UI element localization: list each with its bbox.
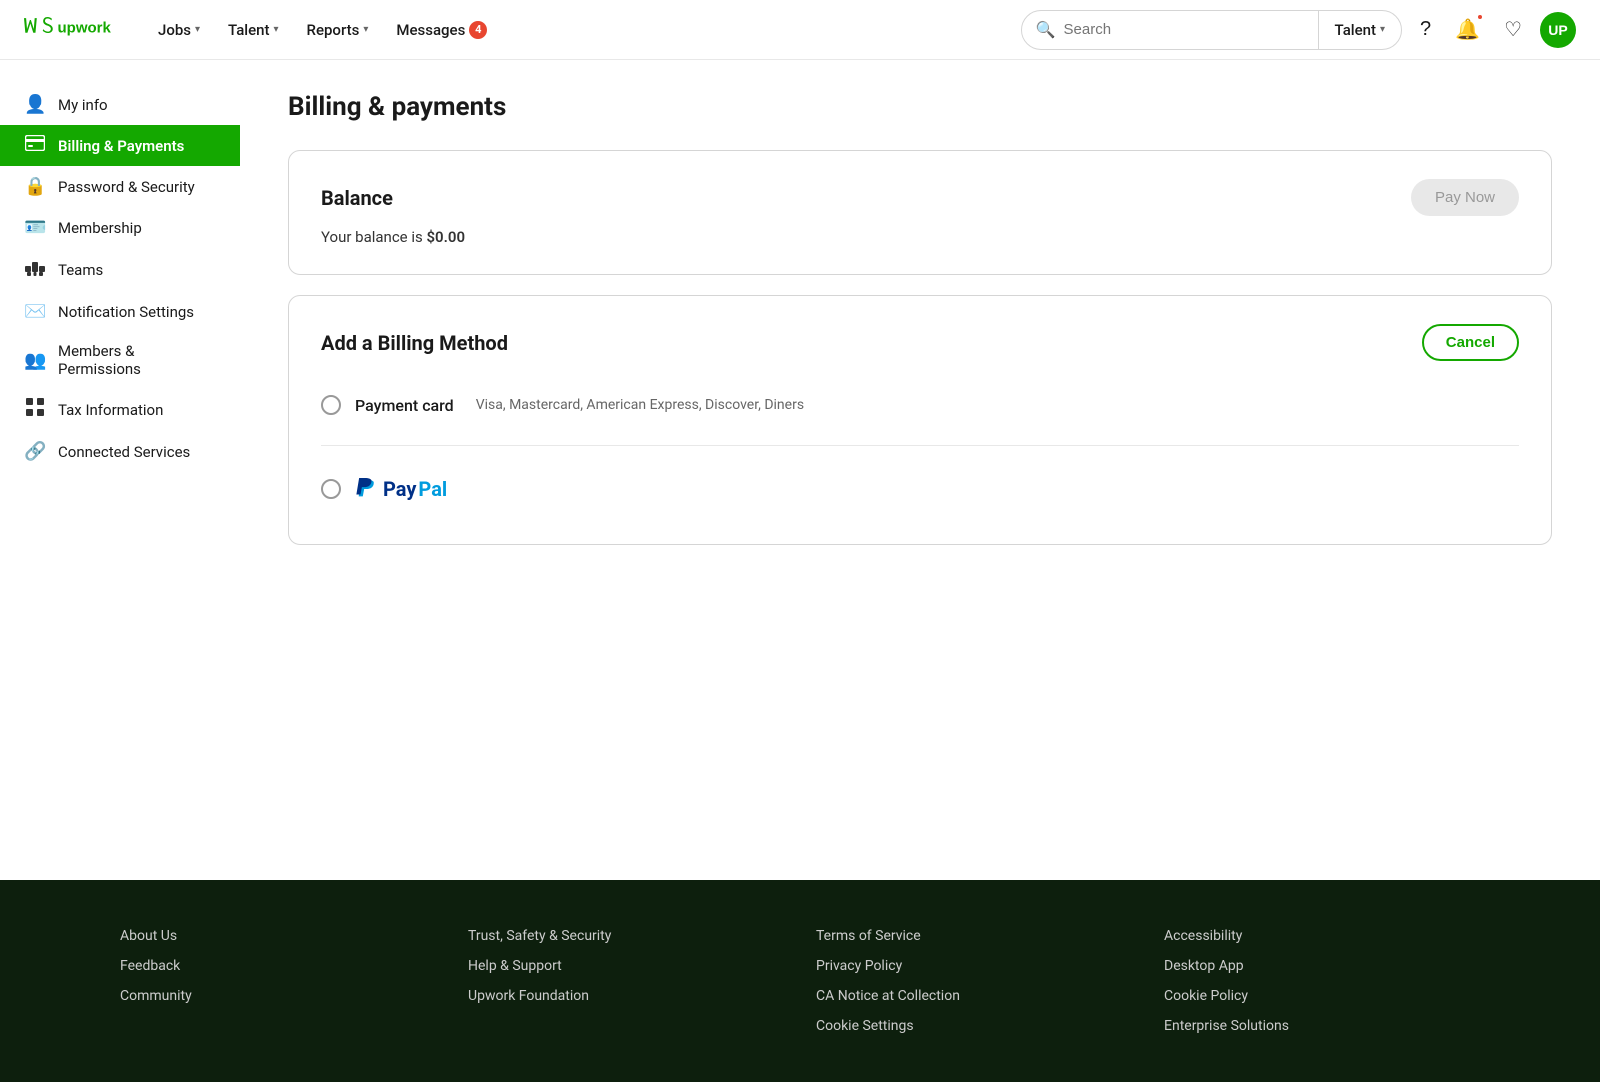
page-title: Billing & payments [288,92,1552,122]
grid-icon [24,398,46,421]
navbar: upwork Jobs ▾ Talent ▾ Reports ▾ Message… [0,0,1600,60]
footer-link-cookies[interactable]: Cookie Settings [816,1018,1132,1034]
badge-icon: 🪪 [24,217,46,238]
nav-talent[interactable]: Talent ▾ [216,13,291,47]
sidebar-item-teams[interactable]: Teams [0,248,240,291]
footer-link-community[interactable]: Community [120,988,436,1004]
svg-text:upwork: upwork [58,19,112,36]
nav-jobs[interactable]: Jobs ▾ [146,13,212,47]
notifications-wrapper: 🔔 [1449,11,1486,48]
sidebar-item-connected[interactable]: 🔗 Connected Services [0,431,240,472]
footer-link-ca-notice[interactable]: CA Notice at Collection [816,988,1132,1004]
search-input[interactable] [1064,21,1304,38]
user-avatar[interactable]: UP [1540,12,1576,48]
sidebar-item-billing[interactable]: Billing & Payments [0,125,240,166]
billing-method-header: Add a Billing Method Cancel [321,324,1519,361]
footer-col-3: Terms of Service Privacy Policy CA Notic… [816,928,1132,1034]
talent-chevron-icon: ▾ [274,24,279,35]
link-icon: 🔗 [24,441,46,462]
footer-link-trust[interactable]: Trust, Safety & Security [468,928,784,944]
lock-icon: 🔒 [24,176,46,197]
billing-method-card: Add a Billing Method Cancel Payment card… [288,295,1552,545]
footer-link-feedback[interactable]: Feedback [120,958,436,974]
sidebar-item-members[interactable]: 👥 Members & Permissions [0,332,240,388]
paypal-logo: PayPal [355,476,447,502]
people-icon: 👥 [24,350,46,371]
footer: About Us Feedback Community Trust, Safet… [0,880,1600,1082]
payment-card-label: Payment card [355,396,454,415]
cancel-button[interactable]: Cancel [1422,324,1519,361]
teams-icon [24,258,46,281]
balance-title: Balance [321,186,393,210]
footer-link-tos[interactable]: Terms of Service [816,928,1132,944]
main-content: Billing & payments Balance Pay Now Your … [240,60,1600,880]
reports-chevron-icon: ▾ [363,24,368,35]
footer-col-2: Trust, Safety & Security Help & Support … [468,928,784,1034]
sidebar-item-password[interactable]: 🔒 Password & Security [0,166,240,207]
navbar-right: 🔍 Talent ▾ ? 🔔 ♡ UP [1021,10,1576,50]
notification-dot [1476,13,1484,21]
paypal-radio[interactable] [321,479,341,499]
payment-card-sub: Visa, Mastercard, American Express, Disc… [476,397,804,413]
footer-link-help[interactable]: Help & Support [468,958,784,974]
footer-link-accessibility[interactable]: Accessibility [1164,928,1480,944]
footer-link-cookie-policy[interactable]: Cookie Policy [1164,988,1480,1004]
billing-method-title: Add a Billing Method [321,331,508,355]
page-content: 👤 My info Billing & Payments 🔒 Password … [0,60,1600,880]
sidebar-item-notifications[interactable]: ✉️ Notification Settings [0,291,240,332]
footer-grid: About Us Feedback Community Trust, Safet… [120,928,1480,1034]
payment-card-option[interactable]: Payment card Visa, Mastercard, American … [321,381,1519,429]
nav-reports[interactable]: Reports ▾ [295,13,381,47]
balance-amount: $0.00 [426,228,465,246]
nav-messages[interactable]: Messages 4 [384,13,499,47]
footer-link-enterprise[interactable]: Enterprise Solutions [1164,1018,1480,1034]
footer-link-about[interactable]: About Us [120,928,436,944]
envelope-icon: ✉️ [24,301,46,322]
logo[interactable]: upwork [24,16,114,44]
sidebar-item-my-info[interactable]: 👤 My info [0,84,240,125]
footer-link-desktop[interactable]: Desktop App [1164,958,1480,974]
wishlist-button[interactable]: ♡ [1498,11,1528,48]
sidebar-item-membership[interactable]: 🪪 Membership [0,207,240,248]
footer-col-1: About Us Feedback Community [120,928,436,1034]
sidebar-item-tax[interactable]: Tax Information [0,388,240,431]
search-icon: 🔍 [1036,20,1056,39]
paypal-option[interactable]: PayPal [321,462,1519,516]
search-bar: 🔍 Talent ▾ [1021,10,1402,50]
payment-card-radio[interactable] [321,395,341,415]
footer-link-privacy[interactable]: Privacy Policy [816,958,1132,974]
balance-card: Balance Pay Now Your balance is $0.00 [288,150,1552,275]
messages-badge: 4 [469,21,487,39]
pay-now-button[interactable]: Pay Now [1411,179,1519,216]
person-icon: 👤 [24,94,46,115]
search-filter-dropdown[interactable]: Talent ▾ [1319,21,1402,39]
jobs-chevron-icon: ▾ [195,24,200,35]
footer-col-4: Accessibility Desktop App Cookie Policy … [1164,928,1480,1034]
help-button[interactable]: ? [1414,12,1437,47]
sidebar: 👤 My info Billing & Payments 🔒 Password … [0,60,240,880]
nav-links: Jobs ▾ Talent ▾ Reports ▾ Messages 4 [146,13,1021,47]
billing-options: Payment card Visa, Mastercard, American … [321,381,1519,516]
search-input-area: 🔍 [1022,20,1318,39]
card-icon [24,135,46,156]
footer-link-foundation[interactable]: Upwork Foundation [468,988,784,1004]
option-divider [321,445,1519,446]
balance-card-header: Balance Pay Now [321,179,1519,216]
filter-chevron-icon: ▾ [1380,24,1385,35]
balance-text: Your balance is $0.00 [321,228,1519,246]
